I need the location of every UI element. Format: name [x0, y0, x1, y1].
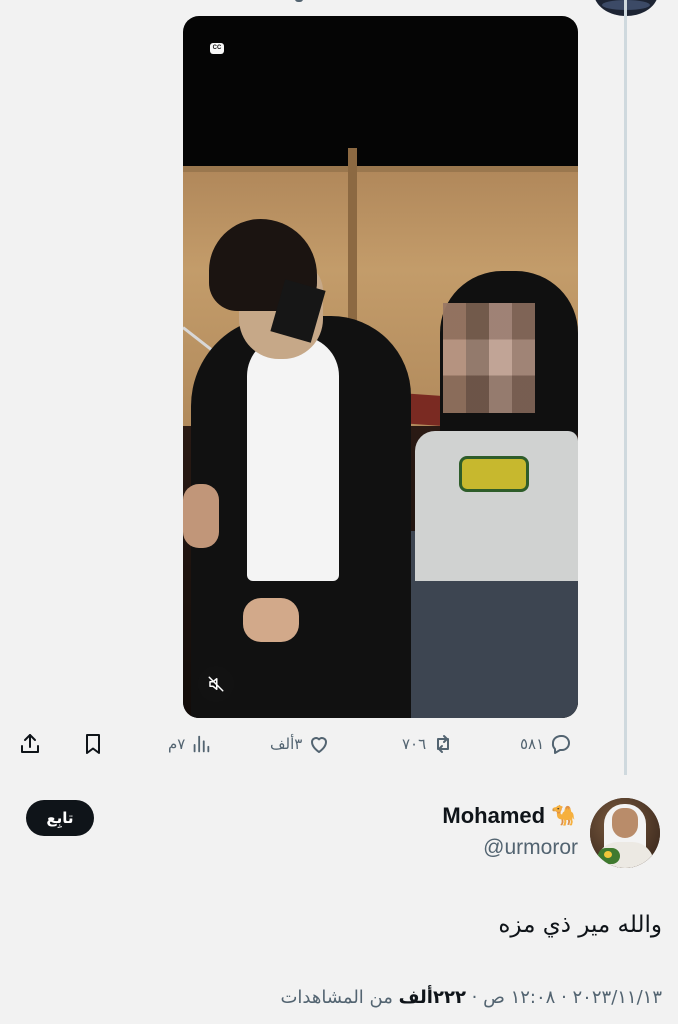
like-count: ٣ألف — [270, 735, 303, 753]
tweet-time[interactable]: ١٢:٠٨ ص — [483, 987, 555, 1008]
tweet-views-label: من المشاهدات — [280, 987, 399, 1008]
avatar-flowers — [598, 848, 620, 864]
tweet-text: والله مير ذي مزه — [498, 912, 662, 938]
video-person-left-other-hand — [183, 484, 219, 548]
author-display-name[interactable]: Mohamed — [442, 803, 545, 829]
video-person-left-shirt — [247, 336, 339, 581]
tweet-views-count: ٢٢٢ألف — [398, 987, 466, 1008]
reply-bubble-icon — [552, 735, 571, 754]
like-button[interactable]: ٣ألف — [270, 730, 331, 758]
video-person-right-top — [415, 431, 578, 581]
retweet-count: ٧٠٦ — [402, 735, 427, 753]
meta-separator: · — [555, 987, 573, 1008]
views-count: ٧م — [168, 735, 186, 753]
mute-button[interactable] — [198, 666, 234, 702]
speaker-muted-icon — [208, 676, 224, 692]
analytics-bar-icon — [194, 735, 210, 753]
bookmark-icon — [86, 734, 100, 754]
video-person-right-print — [459, 456, 529, 492]
bookmark-button[interactable] — [81, 730, 105, 758]
share-icon — [21, 734, 39, 753]
closed-captions-icon[interactable]: CC — [210, 43, 224, 54]
thread-connector-line — [624, 0, 627, 775]
author-avatar[interactable] — [590, 798, 660, 868]
tweet-action-bar: ٧م ٣ألف ٧٠٦ ٥٨١ — [0, 730, 678, 760]
retweet-icon — [437, 735, 450, 753]
reply-button[interactable]: ٥٨١ — [520, 730, 573, 758]
share-button[interactable] — [18, 730, 42, 758]
tweet-metadata: ٢٠٢٣/١١/١٣ · ١٢:٠٨ ص · ٢٢٢ألف من المشاهد… — [280, 987, 662, 1008]
heart-icon — [311, 737, 328, 753]
author-display-name-row[interactable]: Mohamed 🐪 — [442, 803, 576, 829]
video-scene-fence-top — [183, 166, 578, 172]
camel-emoji-icon: 🐪 — [551, 805, 576, 827]
reply-count: ٥٨١ — [520, 735, 545, 753]
previous-tweet-action-dot — [295, 0, 303, 2]
follow-button[interactable]: تابِع — [26, 800, 94, 836]
tweet-date[interactable]: ٢٠٢٣/١١/١٣ — [573, 987, 662, 1008]
retweet-button[interactable]: ٧٠٦ — [402, 730, 455, 758]
tweet-video[interactable]: CC — [183, 16, 578, 718]
meta-separator: · — [465, 987, 484, 1008]
author-handle[interactable]: @urmoror — [483, 836, 578, 860]
avatar-face — [612, 808, 638, 838]
views-button[interactable]: ٧م — [168, 730, 212, 758]
video-person-left-hand — [243, 598, 299, 642]
video-pixelated-face — [443, 303, 535, 413]
